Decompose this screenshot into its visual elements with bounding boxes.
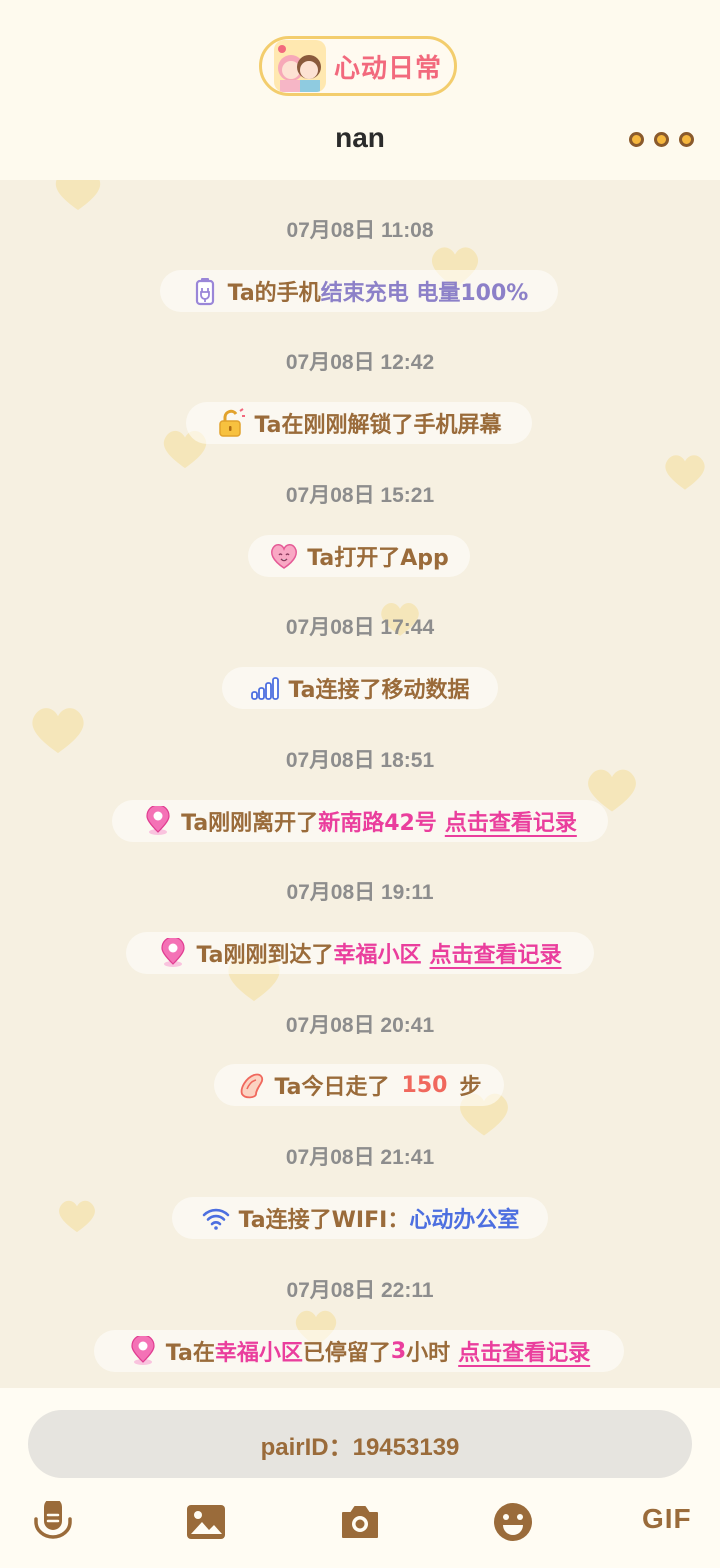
couple-avatar-icon (274, 40, 326, 92)
event-text: Ta刚刚离开了 (181, 811, 319, 836)
app-header: 心动日常 nan (0, 0, 720, 180)
gif-button[interactable]: GIF (642, 1503, 692, 1535)
event-text: Ta打开了App (307, 546, 449, 571)
timestamp: 07月08日 22:11 (286, 1279, 434, 1302)
logo-text: 心动日常 (334, 53, 443, 84)
event-bubble[interactable]: Ta连接了WIFI： 心动办公室 (172, 1197, 548, 1239)
input-footer: pairID：19453139 GIF (0, 1388, 720, 1568)
more-options-button[interactable] (629, 132, 694, 147)
event-text: Ta的手机 (227, 281, 321, 306)
timestamp: 07月08日 12:42 (285, 351, 435, 374)
timestamp: 07月08日 18:51 (285, 749, 435, 772)
page-title: nan (335, 122, 385, 153)
battery-icon (195, 278, 214, 306)
event-bubble[interactable]: Ta连接了移动数据 (222, 667, 498, 709)
timestamp: 07月08日 11:08 (286, 219, 434, 242)
emoji-icon[interactable] (492, 1501, 534, 1543)
event-bubble[interactable]: Ta打开了App (248, 535, 470, 577)
pair-id-field[interactable]: pairID：19453139 (28, 1410, 692, 1478)
more-dot-icon (654, 132, 669, 147)
place-name: 幸福小区 (214, 1341, 303, 1366)
event-text: Ta刚刚到达了 (196, 943, 334, 968)
event-text: Ta连接了移动数据 (288, 678, 470, 703)
event-unit: 小时 (406, 1341, 451, 1366)
view-record-link[interactable]: 点击查看记录 (458, 1335, 590, 1367)
voice-icon[interactable] (32, 1501, 74, 1543)
event-bubble[interactable]: Ta今日走了 150 步 (214, 1064, 504, 1106)
view-record-link[interactable]: 点击查看记录 (430, 937, 562, 969)
timestamp: 07月08日 20:41 (285, 1014, 435, 1037)
location-pin-icon (146, 806, 170, 835)
activity-timeline[interactable]: 07月08日 11:08 Ta的手机 结束充电 电量100% 07月08日 12:… (0, 180, 720, 1388)
background-heart-icon (59, 1200, 95, 1233)
app-logo: 心动日常 (259, 36, 457, 96)
wifi-name: 心动办公室 (409, 1208, 520, 1233)
timestamp: 07月08日 17:44 (285, 616, 435, 639)
event-highlight: 结束充电 电量100% (320, 281, 529, 306)
timestamp: 07月08日 15:21 (285, 484, 435, 507)
step-count: 150 (401, 1072, 448, 1098)
place-name: 幸福小区 (333, 943, 422, 968)
event-bubble[interactable]: Ta在 幸福小区 已停留了 3 小时 点击查看记录 (94, 1330, 624, 1372)
event-bubble[interactable]: Ta刚刚到达了 幸福小区 点击查看记录 (126, 932, 594, 974)
unlock-icon (219, 408, 246, 437)
background-heart-icon (55, 180, 101, 210)
wifi-icon (202, 1208, 229, 1230)
signal-icon (251, 677, 280, 700)
event-text: Ta在 (165, 1341, 215, 1366)
timestamp: 07月08日 21:41 (285, 1146, 435, 1169)
place-name: 新南路42号 (318, 811, 437, 836)
event-text: Ta连接了WIFI： (238, 1208, 410, 1233)
event-text: 已停留了 (302, 1341, 391, 1366)
event-text: Ta今日走了 (274, 1075, 390, 1100)
camera-icon[interactable] (339, 1501, 381, 1543)
more-dot-icon (629, 132, 644, 147)
event-unit: 步 (459, 1075, 482, 1100)
view-record-link[interactable]: 点击查看记录 (445, 805, 577, 837)
location-pin-icon (131, 1336, 155, 1365)
footprint-icon (240, 1073, 263, 1099)
event-text: Ta在刚刚解锁了手机屏幕 (254, 413, 502, 438)
duration-value: 3 (390, 1338, 407, 1364)
event-bubble[interactable]: Ta刚刚离开了 新南路42号 点击查看记录 (112, 800, 608, 842)
event-bubble[interactable]: Ta在刚刚解锁了手机屏幕 (186, 402, 532, 444)
location-pin-icon (161, 938, 186, 967)
event-bubble[interactable]: Ta的手机 结束充电 电量100% (160, 270, 558, 312)
image-icon[interactable] (185, 1501, 227, 1543)
more-dot-icon (679, 132, 694, 147)
timestamp: 07月08日 19:11 (286, 881, 434, 904)
heart-face-icon (271, 544, 298, 569)
